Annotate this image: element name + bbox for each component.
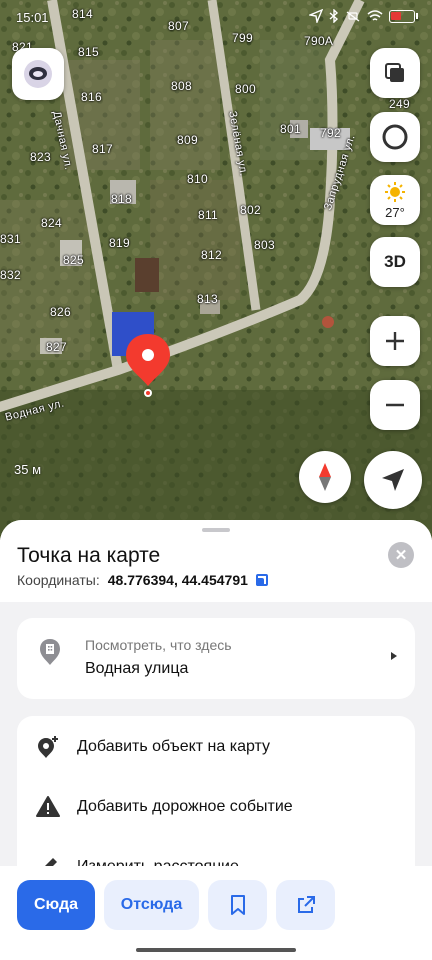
bookmark-icon: [230, 895, 245, 915]
house-number: 816: [81, 90, 102, 104]
add-road-event-label: Добавить дорожное событие: [77, 798, 293, 815]
bottom-action-bar: Сюда Отсюда: [0, 866, 432, 960]
bluetooth-icon: [329, 9, 339, 23]
whats-here-label: Посмотреть, что здесь: [85, 637, 232, 653]
add-road-event-action[interactable]: Добавить дорожное событие: [17, 779, 415, 835]
navigation-arrow-icon: [382, 469, 404, 491]
house-number: 790А: [304, 34, 334, 48]
house-number: 825: [63, 253, 84, 267]
plus-icon: [386, 332, 404, 350]
add-place-icon: [38, 736, 58, 758]
street-name: Водная улица: [85, 660, 189, 677]
building-pin-icon: [40, 639, 60, 665]
house-number: 815: [78, 45, 99, 59]
map-view[interactable]: 814 807 799 790А 821 815 816 808 800 249…: [0, 0, 432, 540]
house-number: 823: [30, 150, 51, 164]
layers-icon: [385, 63, 404, 82]
house-number: 826: [50, 305, 71, 319]
house-number: 831: [0, 232, 21, 246]
home-indicator[interactable]: [136, 948, 296, 952]
house-number: 800: [235, 82, 256, 96]
minus-icon: [386, 403, 404, 407]
house-number: 249: [389, 97, 410, 111]
alice-button[interactable]: [370, 112, 420, 162]
battery-cap-icon: [416, 13, 418, 19]
zoom-out-button[interactable]: [370, 380, 420, 430]
share-icon: [297, 896, 315, 913]
scale-label: 35 м: [14, 462, 42, 477]
house-number: 813: [197, 292, 218, 306]
house-number: 808: [171, 79, 192, 93]
sheet-grabber[interactable]: [202, 528, 230, 532]
my-location-button[interactable]: [364, 451, 422, 509]
compass-icon: [319, 463, 331, 491]
house-number: 792: [320, 126, 341, 140]
alice-icon: [382, 124, 408, 150]
coordinates-label: Координаты:: [17, 572, 100, 588]
satellite-imagery: [0, 0, 432, 540]
house-number: 812: [201, 248, 222, 262]
sun-icon: [385, 181, 405, 202]
house-number: 832: [0, 268, 21, 282]
coordinates-row: Координаты: 48.776394, 44.454791: [17, 572, 268, 588]
wifi-icon: [367, 10, 383, 21]
sheet-title: Точка на карте: [17, 544, 161, 567]
profile-button[interactable]: [12, 48, 64, 100]
location-arrow-icon: [309, 9, 323, 23]
status-time: 15:01: [16, 10, 49, 25]
house-number: 811: [198, 208, 219, 222]
add-object-action[interactable]: Добавить объект на карту: [17, 719, 415, 775]
house-number: 827: [46, 340, 67, 354]
house-number: 810: [187, 172, 208, 186]
house-number: 819: [109, 236, 130, 250]
house-number: 803: [254, 238, 275, 252]
route-to-here-button[interactable]: Сюда: [17, 880, 95, 930]
zoom-in-button[interactable]: [370, 316, 420, 366]
copy-icon[interactable]: [255, 574, 268, 586]
coordinates-value: 48.776394, 44.454791: [107, 572, 248, 588]
weather-button[interactable]: 27°: [370, 175, 420, 225]
close-icon: ✕: [394, 547, 408, 564]
weather-temp: 27°: [385, 204, 405, 220]
compass-button[interactable]: [299, 451, 351, 503]
house-number: 801: [280, 122, 301, 136]
close-button[interactable]: ✕: [388, 542, 414, 568]
house-number: 809: [177, 133, 198, 147]
house-number: 817: [92, 142, 113, 156]
location-pin-icon[interactable]: [122, 330, 174, 400]
house-number: 802: [240, 203, 261, 217]
status-bar: 15:01: [0, 0, 432, 34]
share-button[interactable]: [276, 880, 335, 930]
warning-icon: [36, 796, 60, 817]
battery-icon: [389, 9, 415, 23]
route-from-here-button[interactable]: Отсюда: [104, 880, 199, 930]
house-number: 818: [111, 192, 132, 206]
house-number: 824: [41, 216, 62, 230]
avatar-icon: [24, 60, 52, 88]
layers-button[interactable]: [370, 48, 420, 98]
3d-button[interactable]: 3D: [370, 237, 420, 287]
chevron-right-icon: [391, 652, 397, 660]
mute-icon: [346, 11, 360, 22]
sheet-header: Точка на карте Координаты: 48.776394, 44…: [0, 520, 432, 602]
add-object-label: Добавить объект на карту: [77, 738, 271, 755]
bookmark-button[interactable]: [208, 880, 267, 930]
whats-here-card[interactable]: Посмотреть, что здесь Водная улица: [17, 618, 415, 699]
